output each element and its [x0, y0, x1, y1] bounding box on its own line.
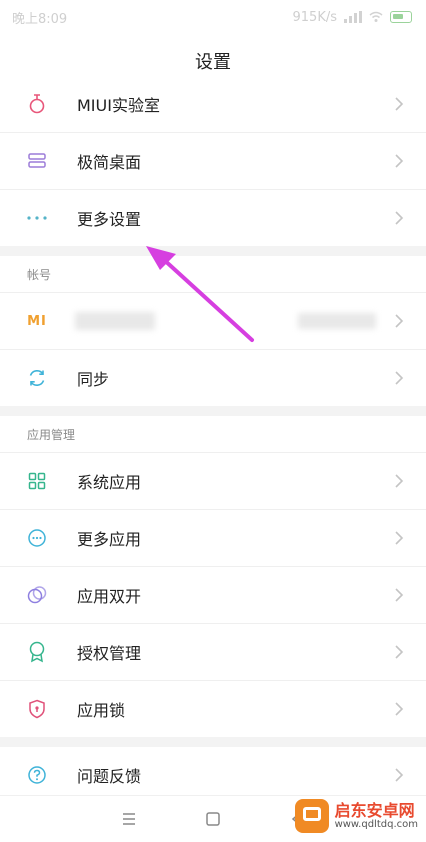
chevron-right-icon [395, 314, 404, 328]
chevron-right-icon [395, 211, 404, 225]
wifi-icon [369, 11, 383, 22]
chevron-right-icon [395, 474, 404, 488]
chevron-right-icon [395, 97, 404, 111]
shield-icon [26, 698, 48, 720]
dual-circle-icon [26, 584, 48, 606]
chevron-right-icon [395, 371, 404, 385]
watermark-url: www.qdltdq.com [334, 819, 418, 831]
settings-item-label: 授权管理 [77, 644, 142, 663]
settings-item-label: 同步 [77, 370, 110, 389]
sync-icon [26, 367, 48, 389]
chevron-right-icon [395, 702, 404, 716]
battery-icon [390, 11, 412, 23]
chevron-right-icon [395, 154, 404, 168]
section-gap [0, 406, 426, 416]
chevron-right-icon [395, 768, 404, 782]
status-right: 915K/s [292, 9, 412, 25]
settings-item-label: MIUI实验室 [77, 96, 160, 115]
mi-logo-text: MI [27, 313, 47, 329]
status-time: 晚上8:09 [12, 11, 68, 27]
settings-item-label: 极简桌面 [77, 153, 142, 172]
settings-item-label: 问题反馈 [77, 767, 142, 786]
settings-item-minimal-desktop[interactable]: 极简桌面 [0, 133, 426, 189]
settings-item-label: 更多应用 [77, 530, 142, 549]
settings-item-app-lock[interactable]: 应用锁 [0, 681, 426, 737]
page-title: 设置 [195, 52, 231, 73]
help-icon [26, 764, 48, 786]
network-speed: 915K/s [292, 9, 338, 25]
chevron-right-icon [395, 531, 404, 545]
settings-item-mi-account[interactable]: MI [0, 293, 426, 349]
section-header-account: 帐号 [0, 256, 426, 292]
mi-logo-icon: MI [26, 310, 48, 332]
grid-icon [26, 470, 48, 492]
menu-button[interactable] [121, 812, 137, 826]
account-id-redacted [298, 313, 376, 329]
settings-list: MIUI实验室 极简桌面 更多设置 帐号 MI 同步 应用管理 系统应用 更多应… [0, 76, 426, 803]
settings-item-label: 系统应用 [77, 473, 142, 492]
section-header-app-management: 应用管理 [0, 416, 426, 452]
settings-item-system-apps[interactable]: 系统应用 [0, 453, 426, 509]
settings-item-miui-lab[interactable]: MIUI实验室 [0, 76, 426, 132]
chevron-right-icon [395, 645, 404, 659]
status-bar: 晚上8:09 915K/s [0, 0, 426, 34]
watermark-title: 启东安卓网 [334, 800, 415, 820]
settings-item-label: 应用锁 [77, 701, 126, 720]
section-gap [0, 246, 426, 256]
account-name-redacted [75, 312, 155, 330]
settings-item-sync[interactable]: 同步 [0, 350, 426, 406]
watermark-text: 启东安卓网 www.qdltdq.com [335, 802, 418, 831]
layout-icon [26, 150, 48, 172]
settings-item-more-settings[interactable]: 更多设置 [0, 190, 426, 246]
more-circle-icon [26, 527, 48, 549]
settings-item-dual-apps[interactable]: 应用双开 [0, 567, 426, 623]
settings-item-label: 更多设置 [77, 210, 142, 229]
more-dots-icon [26, 207, 48, 229]
section-gap [0, 737, 426, 747]
watermark: 启东安卓网 www.qdltdq.com [294, 799, 418, 833]
home-button[interactable] [205, 811, 221, 827]
signal-icon [344, 11, 362, 23]
flask-icon [26, 93, 48, 115]
settings-item-more-apps[interactable]: 更多应用 [0, 510, 426, 566]
badge-icon [26, 641, 48, 663]
watermark-logo-icon [294, 799, 329, 833]
chevron-right-icon [395, 588, 404, 602]
settings-item-permissions[interactable]: 授权管理 [0, 624, 426, 680]
settings-item-label: 应用双开 [77, 587, 142, 606]
